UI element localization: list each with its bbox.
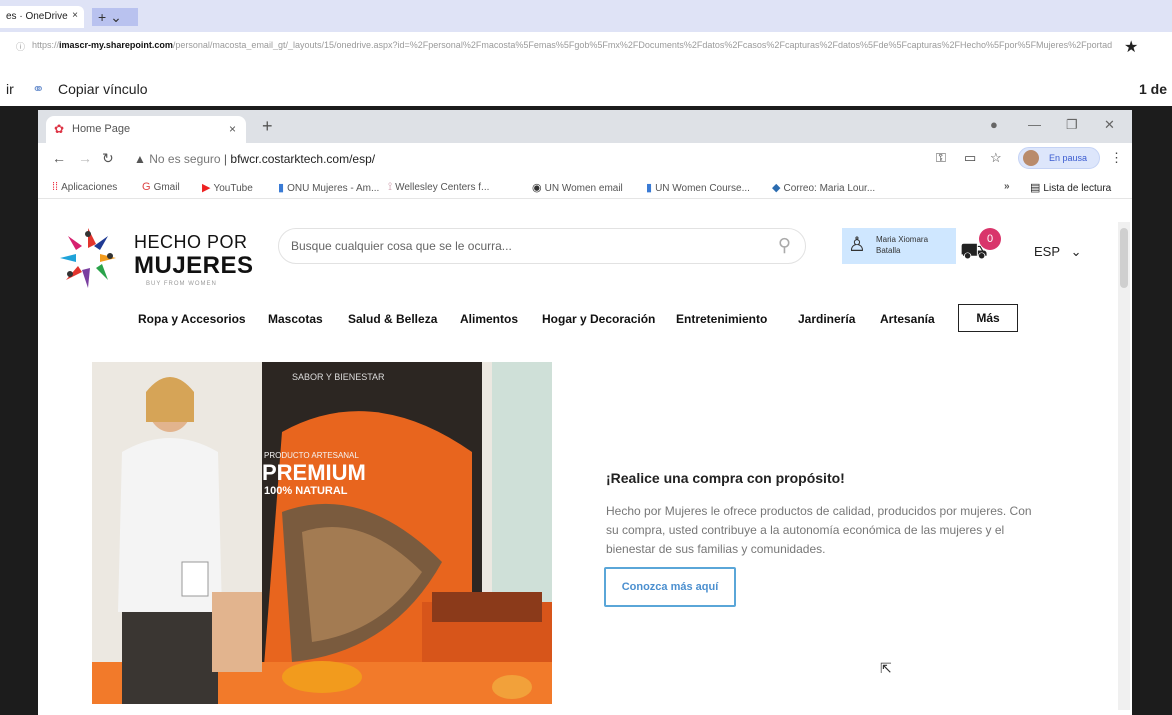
user-name: Maria Xiomara Batalla	[876, 235, 929, 255]
key-icon[interactable]: ⚿	[936, 150, 946, 166]
bookmark-item[interactable]: ⁞⁞ Aplicaciones	[52, 181, 117, 193]
more-menu-button[interactable]: Más	[958, 304, 1018, 332]
url-prefix: https://	[32, 40, 60, 50]
minimize-icon[interactable]: —	[1028, 117, 1041, 132]
hero-title: ¡Realice una compra con propósito!	[606, 470, 845, 486]
logo-title-line2: MUJERES	[134, 252, 254, 279]
banner-top-text: SABOR Y BIENESTAR	[292, 372, 385, 382]
restore-icon[interactable]: ❐	[1066, 117, 1078, 133]
bookmarks-more-button[interactable]: »	[1004, 181, 1010, 192]
page-scrollbar[interactable]	[1118, 222, 1130, 710]
banner-premium-text: PREMIUM	[262, 460, 366, 485]
hecho-por-mujeres-logo-icon[interactable]	[56, 222, 120, 294]
inner-tab-bar: ✿ Home Page × + ● — ❐ ✕	[38, 110, 1132, 143]
bookmark-star-icon[interactable]: ☆	[990, 150, 1002, 166]
logo-title-line1: HECHO POR	[134, 232, 248, 252]
reading-list-button[interactable]: ▤ Lista de lectura	[1030, 181, 1111, 194]
bookmark-item[interactable]: ◆ Correo: Maria Lour...	[772, 181, 875, 194]
language-label: ESP	[1034, 244, 1060, 259]
cast-icon[interactable]: ▭	[964, 150, 976, 166]
profile-pause-button[interactable]: En pausa	[1018, 147, 1100, 169]
hero-description: Hecho por Mujeres le ofrece productos de…	[606, 504, 1032, 556]
link-icon[interactable]: ⚭	[32, 80, 45, 98]
onedrive-command-bar: ir ⚭ Copiar vínculo 1 de	[0, 72, 1172, 106]
copy-link-button[interactable]: Copiar vínculo	[58, 81, 148, 97]
bookmarks-bar: ⁞⁞ Aplicaciones G Gmail ▶ YouTube ▮ ONU Muje…	[38, 175, 1132, 199]
bookmark-item[interactable]: ◉ UN Women email	[532, 181, 623, 194]
bookmark-item[interactable]: ▮ UN Women Course...	[646, 181, 750, 194]
nav-item-mascotas[interactable]: Mascotas	[268, 312, 323, 326]
bookmark-item[interactable]: ▶ YouTube	[202, 181, 253, 194]
cart-count-badge: 0	[979, 228, 1001, 250]
outer-tab-onedrive[interactable]: es · OneDrive ×	[0, 6, 84, 28]
hero-photo-illustration: SABOR Y BIENESTAR PRODUCTO ARTESANAL PRE…	[92, 362, 552, 704]
url-path: /personal/macosta_email_gt/_layouts/15/o…	[172, 40, 1112, 50]
close-window-icon[interactable]: ✕	[1104, 117, 1115, 133]
reload-icon[interactable]: ↻	[102, 150, 114, 167]
inner-browser-window: ✿ Home Page × + ● — ❐ ✕ ← → ↻ ▲ No es se…	[38, 110, 1132, 715]
nav-item-jardineria[interactable]: Jardinería	[798, 312, 855, 326]
inner-tab-home[interactable]: ✿ Home Page ×	[46, 116, 246, 143]
back-icon[interactable]: ←	[52, 150, 66, 166]
hero-image: SABOR Y BIENESTAR PRODUCTO ARTESANAL PRE…	[92, 362, 552, 704]
user-icon: ♙	[848, 234, 866, 256]
star-icon[interactable]: ★	[1124, 37, 1138, 57]
url-host: imascr-my.sharepoint.com	[59, 40, 173, 50]
new-tab-button[interactable]: + ⌄	[92, 8, 138, 26]
document-preview: ✿ Home Page × + ● — ❐ ✕ ← → ↻ ▲ No es se…	[0, 106, 1172, 715]
language-selector[interactable]: ESP ⌄	[1034, 244, 1082, 260]
command-truncated[interactable]: ir	[6, 81, 14, 97]
bookmark-item[interactable]: G Gmail	[142, 181, 180, 193]
nav-item-hogar[interactable]: Hogar y Decoración	[542, 312, 655, 326]
scrollbar-thumb[interactable]	[1120, 228, 1128, 288]
warning-icon: ▲	[134, 152, 150, 166]
security-label: No es seguro	[149, 152, 221, 166]
nav-item-ropa[interactable]: Ropa y Accesorios	[138, 312, 246, 326]
bookmark-item[interactable]: ▮ ONU Mujeres - Am...	[278, 181, 379, 194]
logo-tagline: BUY FROM WOMEN	[146, 281, 217, 287]
outer-address-bar[interactable]: ⓘ https://imascr-my.sharepoint.com/perso…	[0, 32, 1172, 60]
info-icon: ⓘ	[16, 42, 26, 52]
chevron-down-icon: ⌄	[1063, 244, 1082, 259]
avatar	[1023, 150, 1039, 166]
mouse-cursor-icon: ⇱	[880, 660, 892, 676]
inner-tab-title: Home Page	[72, 123, 131, 135]
menu-kebab-icon[interactable]: ⋮	[1110, 150, 1123, 166]
nav-item-artesania[interactable]: Artesanía	[880, 312, 935, 326]
user-account-button[interactable]: ♙ Maria Xiomara Batalla	[842, 228, 956, 264]
inner-toolbar: ← → ↻ ▲ No es seguro | bfwcr.costarktech…	[38, 143, 1132, 175]
outer-url-text[interactable]: https://imascr-my.sharepoint.com/persona…	[32, 40, 1112, 50]
search-icon[interactable]: ⚲	[778, 235, 791, 256]
nav-item-alimentos[interactable]: Alimentos	[460, 312, 518, 326]
nav-item-entretenimiento[interactable]: Entretenimiento	[676, 312, 767, 326]
inner-address-bar[interactable]: ▲ No es seguro | bfwcr.costarktech.com/e…	[134, 152, 375, 166]
bookmark-item[interactable]: ⟟ Wellesley Centers f...	[388, 181, 489, 194]
site-favicon-icon: ✿	[54, 122, 65, 136]
forward-icon[interactable]: →	[78, 150, 92, 166]
banner-natural-text: 100% NATURAL	[264, 485, 348, 497]
close-icon[interactable]: ×	[229, 122, 236, 136]
search-placeholder: Busque cualquier cosa que se le ocurra..…	[291, 239, 512, 253]
outer-tab-bar: es · OneDrive × + ⌄	[0, 0, 1172, 32]
close-icon[interactable]: ×	[72, 10, 78, 21]
pause-label: En pausa	[1049, 153, 1088, 163]
outer-tab-title: es · OneDrive	[6, 11, 68, 22]
search-input[interactable]: Busque cualquier cosa que se le ocurra..…	[278, 228, 806, 264]
nav-item-salud[interactable]: Salud & Belleza	[348, 312, 437, 326]
record-icon[interactable]: ●	[990, 117, 998, 132]
inner-url-text: bfwcr.costarktech.com/esp/	[230, 152, 376, 166]
new-tab-icon[interactable]: +	[262, 116, 273, 137]
page-indicator: 1 de	[1139, 81, 1168, 97]
learn-more-button[interactable]: Conozca más aquí	[604, 567, 736, 607]
banner-small-text: PRODUCTO ARTESANAL	[264, 451, 359, 460]
